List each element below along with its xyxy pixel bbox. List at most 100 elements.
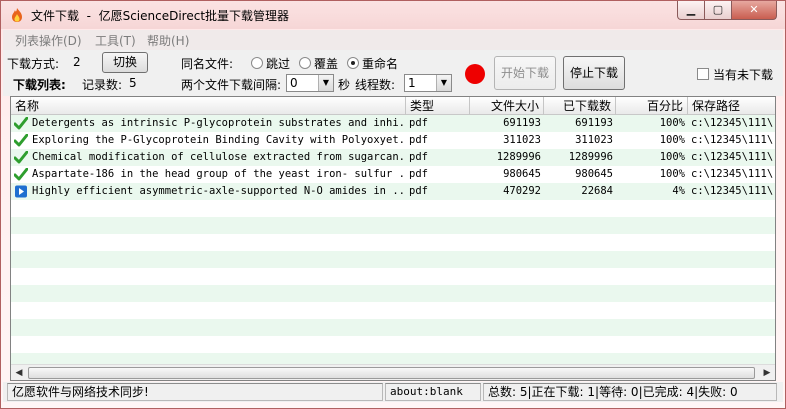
download-list-label: 下载列表: — [13, 78, 66, 92]
check-icon — [14, 151, 28, 164]
table-row[interactable]: Detergents as intrinsic P-glycoprotein s… — [11, 115, 775, 132]
threads-label: 线程数: — [355, 78, 396, 92]
column-header-type[interactable]: 类型 — [406, 97, 470, 115]
empty-row — [11, 268, 775, 285]
chevron-down-icon: ▼ — [318, 75, 333, 91]
radio-overwrite[interactable] — [299, 57, 311, 69]
start-download-button[interactable]: 开始下载 — [494, 56, 556, 90]
cell-path: c:\12345\111\ — [691, 134, 774, 146]
same-name-label: 同名文件: — [181, 57, 234, 71]
status-indicator-icon — [465, 64, 485, 84]
check-icon — [14, 134, 28, 147]
cell-name: Highly efficient asymmetric-axle-support… — [32, 185, 406, 197]
table-row[interactable]: Exploring the P-Glycoprotein Binding Cav… — [11, 132, 775, 149]
cell-name: Chemical modification of cellulose extra… — [32, 151, 406, 163]
radio-skip[interactable] — [251, 57, 263, 69]
cell-percent: 4% — [672, 185, 685, 197]
cell-downloaded: 980645 — [575, 168, 613, 180]
column-header-path[interactable]: 保存路径 — [688, 97, 775, 115]
column-header-name[interactable]: 名称 — [11, 97, 406, 115]
cell-percent: 100% — [659, 117, 685, 129]
chevron-down-icon: ▼ — [436, 75, 451, 91]
title-bar[interactable]: 文件下载 - 亿愿ScienceDirect批量下载管理器 ▁ ▢ ✕ — [1, 1, 785, 29]
cell-path: c:\12345\111\ — [691, 185, 774, 197]
cell-percent: 100% — [659, 134, 685, 146]
cell-type: pdf — [409, 134, 428, 146]
empty-row — [11, 217, 775, 234]
scroll-left-icon[interactable]: ◀ — [11, 365, 27, 380]
close-button[interactable]: ✕ — [731, 1, 777, 20]
cell-name: Exploring the P-Glycoprotein Binding Cav… — [32, 134, 406, 146]
empty-row — [11, 234, 775, 251]
record-count-value: 5 — [129, 76, 137, 90]
empty-row — [11, 302, 775, 319]
cell-type: pdf — [409, 185, 428, 197]
cell-size: 1289996 — [496, 151, 541, 163]
menu-bar: 列表操作(D) 工具(T) 帮助(H) — [3, 30, 783, 50]
status-summary: 总数: 5|正在下载: 1|等待: 0|已完成: 4|失败: 0 — [483, 383, 777, 401]
window-title: 文件下载 - 亿愿ScienceDirect批量下载管理器 — [31, 9, 290, 23]
download-mode-value: 2 — [73, 55, 81, 69]
cell-name: Aspartate-186 in the head group of the y… — [32, 168, 406, 180]
maximize-button[interactable]: ▢ — [704, 1, 732, 20]
check-icon — [14, 168, 28, 181]
empty-row — [11, 285, 775, 302]
empty-row — [11, 319, 775, 336]
seconds-label: 秒 — [338, 78, 351, 92]
cell-name: Detergents as intrinsic P-glycoprotein s… — [32, 117, 406, 129]
download-mode-label: 下载方式: — [7, 57, 60, 71]
column-header-percent[interactable]: 百分比 — [616, 97, 688, 115]
main-window: 文件下载 - 亿愿ScienceDirect批量下载管理器 ▁ ▢ ✕ 列表操作… — [0, 0, 786, 409]
cell-path: c:\12345\111\ — [691, 168, 774, 180]
table-header: 名称 类型 文件大小 已下载数 百分比 保存路径 — [11, 97, 775, 115]
empty-row — [11, 336, 775, 353]
cell-downloaded: 311023 — [575, 134, 613, 146]
cell-type: pdf — [409, 168, 428, 180]
radio-rename-label: 重命名 — [362, 57, 399, 71]
table-row[interactable]: Chemical modification of cellulose extra… — [11, 149, 775, 166]
interval-label: 两个文件下载间隔: — [181, 78, 282, 92]
menu-tools[interactable]: 工具(T) — [95, 32, 136, 49]
cell-size: 311023 — [503, 134, 541, 146]
interval-value: 0 — [290, 76, 298, 90]
cell-type: pdf — [409, 151, 428, 163]
scroll-right-icon[interactable]: ▶ — [759, 365, 775, 380]
pending-checkbox-label: 当有未下载 — [713, 68, 774, 82]
threads-value: 1 — [408, 76, 416, 90]
cell-size: 980645 — [503, 168, 541, 180]
flame-icon — [12, 8, 22, 22]
column-header-downloaded[interactable]: 已下载数 — [544, 97, 616, 115]
radio-overwrite-label: 覆盖 — [314, 57, 339, 71]
cell-downloaded: 22684 — [581, 185, 613, 197]
column-header-size[interactable]: 文件大小 — [470, 97, 544, 115]
horizontal-scrollbar[interactable]: ◀ ▶ — [11, 364, 775, 380]
table-row[interactable]: Highly efficient asymmetric-axle-support… — [11, 183, 775, 200]
cell-size: 691193 — [503, 117, 541, 129]
scrollbar-thumb[interactable] — [28, 367, 755, 379]
stop-download-button[interactable]: 停止下载 — [563, 56, 625, 90]
radio-rename[interactable] — [347, 57, 359, 69]
status-url: about:blank — [385, 383, 481, 401]
pending-checkbox[interactable] — [697, 68, 709, 80]
cell-downloaded: 691193 — [575, 117, 613, 129]
minimize-button[interactable]: ▁ — [677, 1, 705, 20]
record-count-label: 记录数: — [82, 78, 123, 92]
toolbar-panel: 下载方式: 2 切换 下载列表: 记录数: 5 同名文件: 跳过 覆盖 重命名 … — [3, 50, 783, 96]
radio-skip-label: 跳过 — [266, 57, 291, 71]
cell-percent: 100% — [659, 168, 685, 180]
interval-select[interactable]: 0 ▼ — [286, 74, 334, 92]
cell-downloaded: 1289996 — [568, 151, 613, 163]
threads-select[interactable]: 1 ▼ — [404, 74, 452, 92]
cell-type: pdf — [409, 117, 428, 129]
cell-percent: 100% — [659, 151, 685, 163]
menu-help[interactable]: 帮助(H) — [147, 32, 189, 49]
empty-row — [11, 200, 775, 217]
switch-button[interactable]: 切换 — [102, 52, 148, 73]
status-message: 亿愿软件与网络技术同步! — [7, 383, 383, 401]
menu-list-operations[interactable]: 列表操作(D) — [15, 32, 82, 49]
cell-path: c:\12345\111\ — [691, 117, 774, 129]
cell-path: c:\12345\111\ — [691, 151, 774, 163]
empty-row — [11, 251, 775, 268]
table-row[interactable]: Aspartate-186 in the head group of the y… — [11, 166, 775, 183]
check-icon — [14, 117, 28, 130]
